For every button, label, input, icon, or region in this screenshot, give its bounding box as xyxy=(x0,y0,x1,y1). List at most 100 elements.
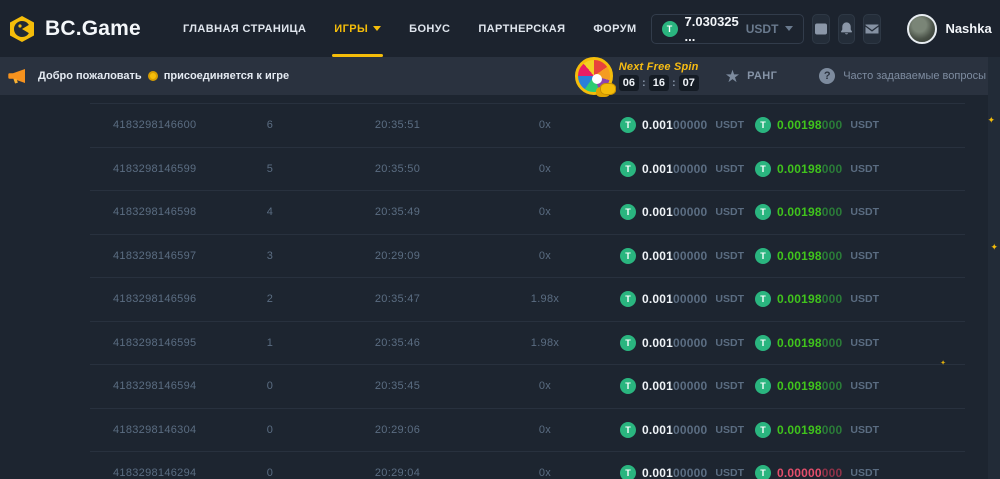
win-amount: 0.00198000 xyxy=(777,205,842,219)
bet-id: 4183298146594 xyxy=(113,380,196,392)
table-row[interactable]: 4183298146304 0 20:29:06 0x T 0.00100000… xyxy=(90,409,965,453)
win-currency: USDT xyxy=(850,424,879,436)
messages-button[interactable] xyxy=(863,14,881,44)
payout-multiplier: 0x xyxy=(539,380,551,392)
payout-multiplier: 0x xyxy=(539,250,551,262)
nav-item[interactable]: ГЛАВНАЯ СТРАНИЦА xyxy=(169,0,320,57)
nav-item-label: ПАРТНЕРСКАЯ xyxy=(478,23,565,35)
balance-amount: 7.030325 ... xyxy=(685,14,739,44)
bet-currency: USDT xyxy=(715,380,744,392)
bet-currency: USDT xyxy=(715,293,744,305)
tether-icon: T xyxy=(755,378,771,394)
bet-amount: 0.00100000 xyxy=(642,205,707,219)
welcome-message: Добро пожаловать присоединяется к игре xyxy=(38,70,289,82)
bet-time: 20:29:04 xyxy=(375,467,420,479)
balance-selector[interactable]: T 7.030325 ... USDT xyxy=(651,14,805,44)
bet-time: 20:29:06 xyxy=(375,424,420,436)
brand-logo[interactable]: BC.Game xyxy=(8,15,141,43)
win-currency: USDT xyxy=(850,337,879,349)
bet-currency: USDT xyxy=(715,467,744,479)
table-row[interactable]: 4183298146599 5 20:35:50 0x T 0.00100000… xyxy=(90,148,965,192)
payout-multiplier: 1.98x xyxy=(531,293,559,305)
timer-minutes: 16 xyxy=(649,75,669,91)
bet-time: 20:35:47 xyxy=(375,293,420,305)
bet-id: 4183298146304 xyxy=(113,424,196,436)
tether-icon: T xyxy=(662,21,678,37)
table-row[interactable]: 4183298146294 0 20:29:04 0x T 0.00100000… xyxy=(90,452,965,479)
round-number: 5 xyxy=(267,163,273,175)
bet-time: 20:35:45 xyxy=(375,380,420,392)
win-amount: 0.00198000 xyxy=(777,292,842,306)
round-number: 1 xyxy=(267,337,273,349)
wallet-button[interactable] xyxy=(812,14,830,44)
win-currency: USDT xyxy=(850,250,879,262)
payout-multiplier: 0x xyxy=(539,163,551,175)
payout-multiplier: 0x xyxy=(539,467,551,479)
notifications-button[interactable] xyxy=(838,14,855,44)
chevron-down-icon xyxy=(785,26,793,31)
faq-link[interactable]: ? Часто задаваемые вопросы xyxy=(819,68,986,84)
wallet-icon xyxy=(813,21,829,37)
bet-amount: 0.00100000 xyxy=(642,423,707,437)
timer-separator: : xyxy=(642,77,646,89)
bet-amount: 0.00100000 xyxy=(642,466,707,479)
bets-table: 4183298146600 6 20:35:51 0x T 0.00100000… xyxy=(90,103,965,479)
content-area: 4183298146600 6 20:35:51 0x T 0.00100000… xyxy=(0,95,1000,479)
nav-item[interactable]: ФОРУМ xyxy=(579,0,650,57)
bet-currency: USDT xyxy=(715,119,744,131)
win-amount: 0.00198000 xyxy=(777,162,842,176)
bet-id: 4183298146600 xyxy=(113,119,196,131)
free-spin-widget[interactable]: Next Free Spin 06 : 16 : 07 xyxy=(575,57,699,95)
table-row[interactable]: 4183298146594 0 20:35:45 0x T 0.00100000… xyxy=(90,365,965,409)
table-row[interactable]: 4183298146595 1 20:35:46 1.98x T 0.00100… xyxy=(90,322,965,366)
nav-item[interactable]: БОНУС xyxy=(395,0,464,57)
win-amount: 0.00198000 xyxy=(777,336,842,350)
rank-label: РАНГ xyxy=(747,70,777,82)
win-amount: 0.00198000 xyxy=(777,118,842,132)
tether-icon: T xyxy=(620,161,636,177)
tether-icon: T xyxy=(620,378,636,394)
sparkle-icon: ✦ xyxy=(940,360,946,367)
bet-currency: USDT xyxy=(715,337,744,349)
spin-wheel-icon xyxy=(575,57,613,95)
tether-icon: T xyxy=(620,335,636,351)
bet-currency: USDT xyxy=(715,424,744,436)
nav-item-label: ФОРУМ xyxy=(593,23,636,35)
win-amount: 0.00198000 xyxy=(777,423,842,437)
user-menu[interactable]: Nashka xyxy=(907,14,1000,44)
payout-multiplier: 0x xyxy=(539,119,551,131)
bet-amount: 0.00100000 xyxy=(642,162,707,176)
bet-id: 4183298146597 xyxy=(113,250,196,262)
tether-icon: T xyxy=(755,204,771,220)
join-text: присоединяется к игре xyxy=(164,70,289,82)
table-row[interactable]: 4183298146598 4 20:35:49 0x T 0.00100000… xyxy=(90,191,965,235)
bet-amount: 0.00100000 xyxy=(642,118,707,132)
table-row[interactable]: 4183298146596 2 20:35:47 1.98x T 0.00100… xyxy=(90,278,965,322)
tether-icon: T xyxy=(755,422,771,438)
nav-item-label: ИГРЫ xyxy=(334,23,368,35)
bet-id: 4183298146595 xyxy=(113,337,196,349)
bet-time: 20:35:50 xyxy=(375,163,420,175)
rank-link[interactable]: ★ РАНГ xyxy=(725,68,777,85)
payout-multiplier: 0x xyxy=(539,206,551,218)
table-row[interactable]: 4183298146600 6 20:35:51 0x T 0.00100000… xyxy=(90,104,965,148)
nav-item-label: БОНУС xyxy=(409,23,450,35)
free-spin-label: Next Free Spin xyxy=(619,61,699,73)
tether-icon: T xyxy=(620,291,636,307)
round-number: 0 xyxy=(267,380,273,392)
sparkle-icon: ✦ xyxy=(990,243,998,252)
win-currency: USDT xyxy=(850,163,879,175)
win-currency: USDT xyxy=(850,119,879,131)
table-row[interactable]: 4183298146597 3 20:29:09 0x T 0.00100000… xyxy=(90,235,965,279)
sparkle-icon: ✦ xyxy=(987,116,995,125)
megaphone-icon xyxy=(6,65,28,87)
bet-currency: USDT xyxy=(715,250,744,262)
tether-icon: T xyxy=(755,291,771,307)
tether-icon: T xyxy=(755,335,771,351)
tether-icon: T xyxy=(620,422,636,438)
tether-icon: T xyxy=(755,465,771,479)
win-currency: USDT xyxy=(850,206,879,218)
bet-time: 20:35:46 xyxy=(375,337,420,349)
nav-item[interactable]: ПАРТНЕРСКАЯ xyxy=(464,0,579,57)
nav-item[interactable]: ИГРЫ xyxy=(320,0,395,57)
